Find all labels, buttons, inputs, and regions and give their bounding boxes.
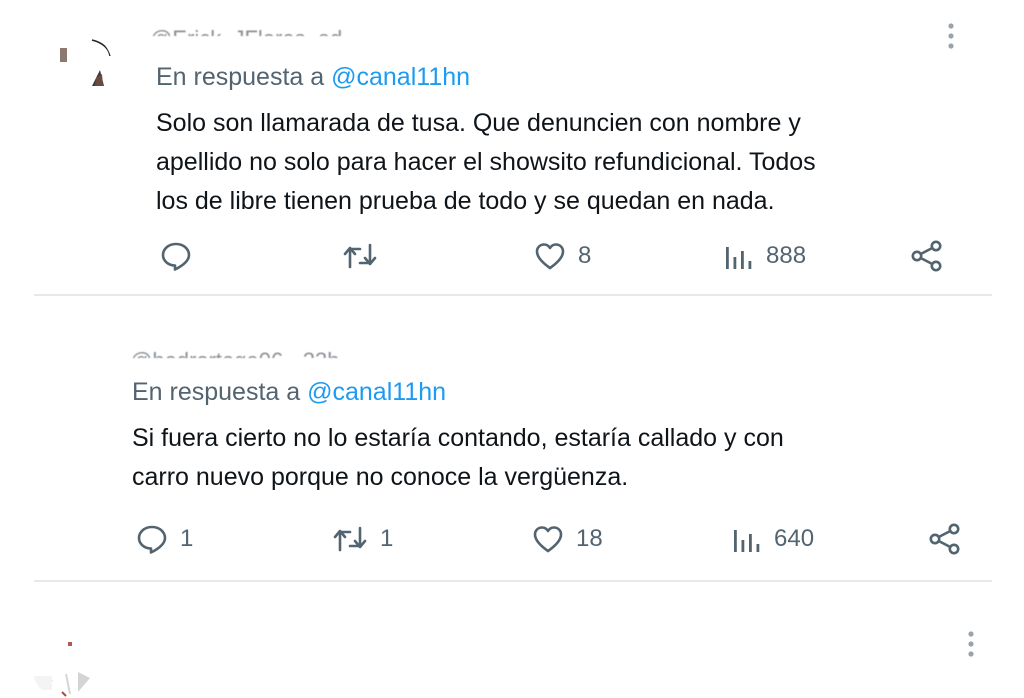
share-button[interactable] xyxy=(928,523,962,555)
heart-icon xyxy=(535,243,565,270)
view-count: 888 xyxy=(766,242,807,269)
tweet-card[interactable]: @Erick_JFlores_ad En respuesta a @canal1… xyxy=(0,0,1024,296)
more-options-button[interactable] xyxy=(956,624,986,664)
reply-prefix: En respuesta a xyxy=(156,63,325,91)
like-count: 18 xyxy=(576,525,603,552)
repost-arrows-icon xyxy=(343,243,377,269)
tweet-card[interactable]: @hedrortega06 · 23h En respuesta a @cana… xyxy=(0,296,1024,698)
vertical-ellipsis-icon xyxy=(948,23,954,49)
bar-chart-icon xyxy=(734,530,760,552)
like-button[interactable]: 18 xyxy=(532,524,603,554)
repost-arrows-icon xyxy=(333,526,367,552)
tweet-header-cropped: @Erick_JFlores_ad xyxy=(150,22,580,37)
speech-bubble-icon xyxy=(137,525,167,554)
bar-chart-icon xyxy=(726,247,752,269)
like-button[interactable]: 8 xyxy=(534,241,591,271)
repost-count: 1 xyxy=(380,525,394,552)
tweet-header-cropped: @hedrortega06 · 23h xyxy=(130,344,630,359)
share-icon xyxy=(911,240,942,272)
reply-context: En respuesta a @canal11hn xyxy=(132,377,446,407)
share-icon xyxy=(929,523,960,555)
more-options-button[interactable] xyxy=(936,16,966,56)
reply-handle-link[interactable]: @canal11hn xyxy=(307,378,446,406)
reply-handle-link[interactable]: @canal11hn xyxy=(331,63,470,91)
speech-bubble-icon xyxy=(161,242,191,271)
views-button[interactable]: 888 xyxy=(722,241,806,271)
repost-button[interactable]: 1 xyxy=(332,524,393,554)
reply-prefix: En respuesta a xyxy=(132,378,301,406)
avatar[interactable] xyxy=(32,636,94,698)
reply-button[interactable]: 1 xyxy=(136,524,193,554)
reply-context: En respuesta a @canal11hn xyxy=(156,62,470,92)
tweet-text: Si fuera cierto no lo estaría contando, … xyxy=(132,424,784,491)
repost-button[interactable] xyxy=(342,241,390,271)
views-button[interactable]: 640 xyxy=(730,524,814,554)
reply-button[interactable] xyxy=(160,241,204,271)
like-count: 8 xyxy=(578,242,592,269)
heart-icon xyxy=(533,526,563,553)
avatar[interactable] xyxy=(50,34,112,96)
share-button[interactable] xyxy=(910,240,944,272)
vertical-ellipsis-icon xyxy=(968,631,974,657)
tweet-divider xyxy=(34,580,992,582)
view-count: 640 xyxy=(774,525,815,552)
tweet-text: Solo son llamarada de tusa. Que denuncie… xyxy=(156,109,816,215)
reply-count: 1 xyxy=(180,525,194,552)
